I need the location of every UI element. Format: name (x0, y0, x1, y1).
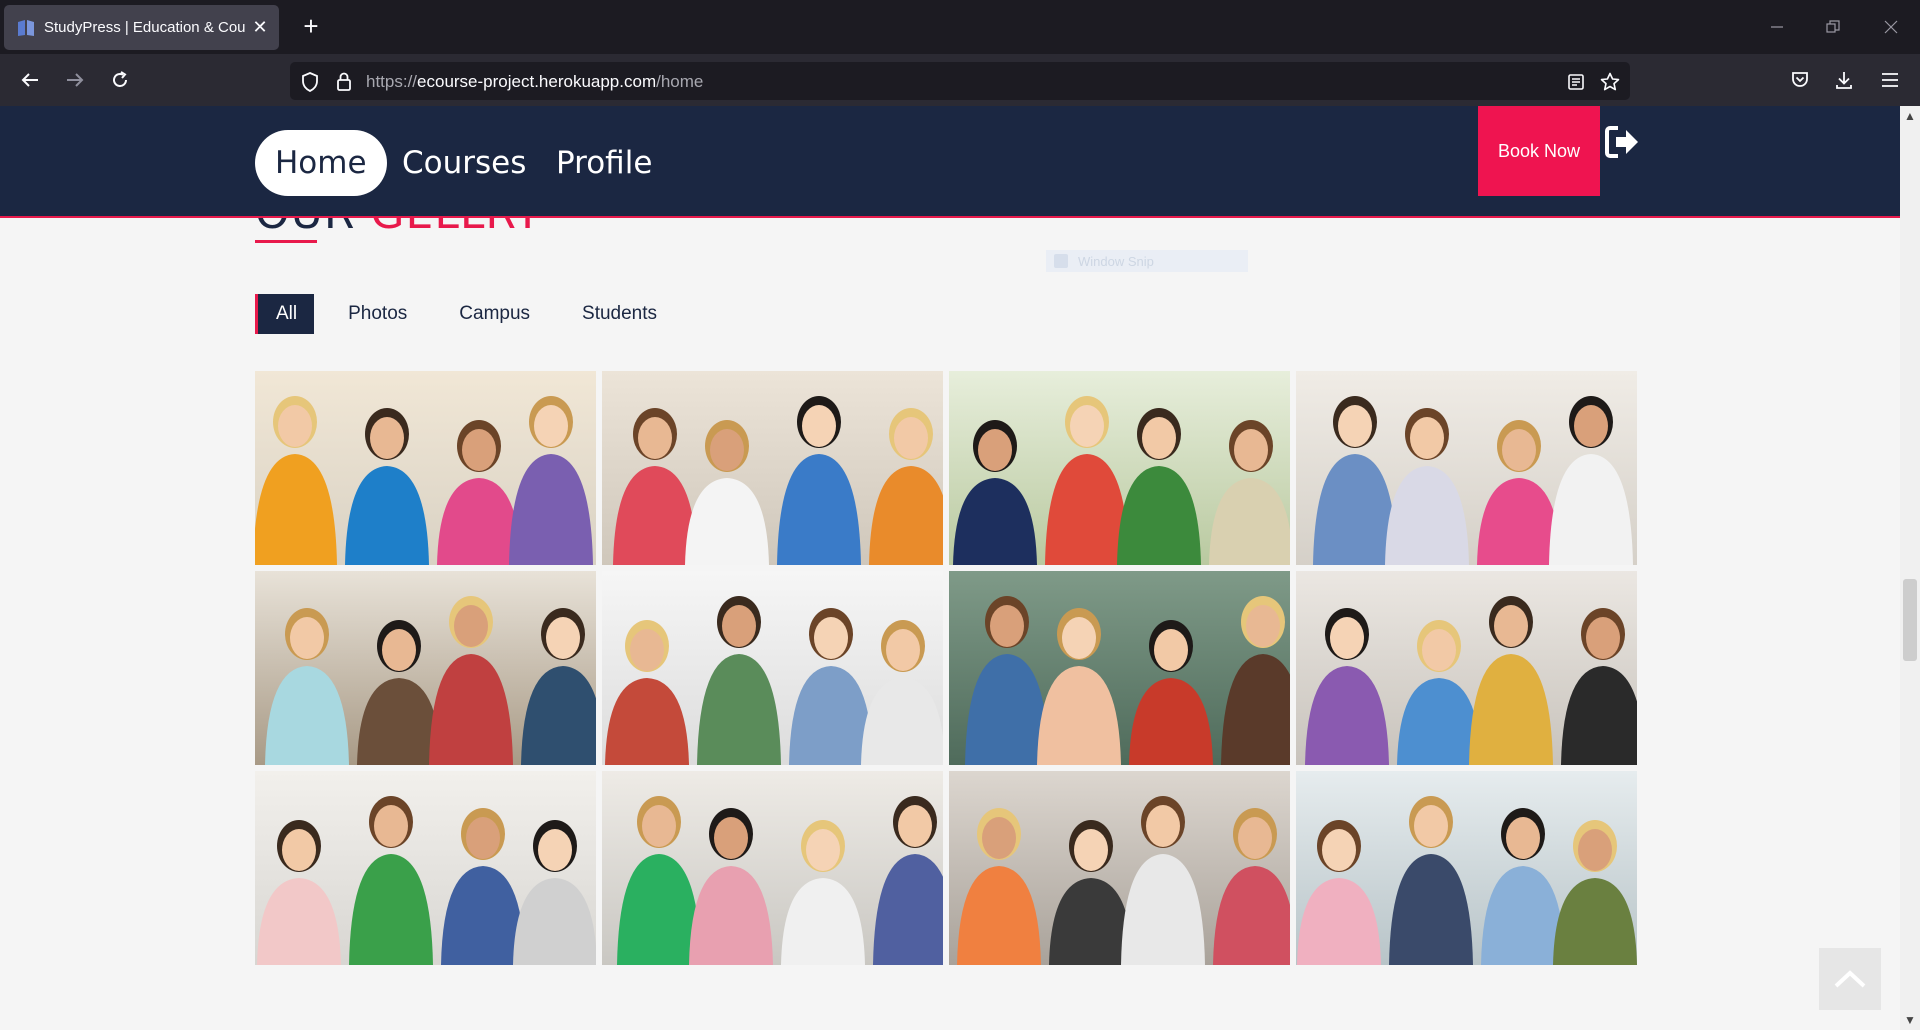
reload-icon[interactable] (104, 64, 136, 96)
gallery-photo-students-group-colorful-notebooks[interactable] (602, 371, 943, 565)
filter-students[interactable]: Students (564, 294, 675, 334)
gallery-photo-students-chalkboard-group[interactable] (949, 571, 1290, 765)
gallery-photo-students-library-tablet[interactable] (1296, 371, 1637, 565)
lock-icon[interactable] (332, 70, 356, 94)
book-favicon-icon (18, 19, 34, 36)
chevron-up-icon (1834, 970, 1866, 988)
gallery-photo-students-thumbs-up[interactable] (949, 371, 1290, 565)
browser-navbar: https://ecourse-project.herokuapp.com/ho… (0, 54, 1920, 106)
download-icon[interactable] (1828, 64, 1860, 96)
browser-titlebar: StudyPress | Education & Course ✕ + (0, 0, 1920, 54)
book-now-button[interactable]: Book Now (1478, 106, 1600, 196)
new-tab-icon[interactable]: + (296, 12, 326, 42)
gallery-photo-student-library-bookshelf[interactable] (255, 571, 596, 765)
bookmark-star-icon[interactable] (1598, 70, 1622, 94)
browser-tab[interactable]: StudyPress | Education & Course ✕ (4, 5, 279, 50)
app-menu-icon[interactable] (1874, 64, 1906, 96)
logout-icon[interactable] (1604, 124, 1640, 160)
scroll-to-top-button[interactable] (1819, 948, 1881, 1010)
url-text: https://ecourse-project.herokuapp.com/ho… (366, 72, 704, 91)
gallery-photo-students-walking-with-folders[interactable] (255, 371, 596, 565)
site-header: Home Courses Profile Book Now (0, 106, 1900, 218)
forward-icon[interactable] (59, 64, 91, 96)
gallery-filters: All Photos Campus Students (255, 294, 691, 334)
scroll-down-icon[interactable]: ▼ (1902, 1012, 1918, 1028)
tab-title: StudyPress | Education & Course (44, 19, 245, 36)
page-scrollbar[interactable]: ▲ ▼ (1900, 106, 1920, 1030)
back-icon[interactable] (14, 64, 46, 96)
gallery-grid (255, 371, 1637, 965)
gallery-photo-students-walking-bicycle[interactable] (1296, 771, 1637, 965)
tab-close-icon[interactable]: ✕ (251, 17, 269, 38)
scroll-up-icon[interactable]: ▲ (1902, 108, 1918, 124)
nav-home[interactable]: Home (255, 130, 387, 196)
gallery-photo-students-exam-writing[interactable] (602, 771, 943, 965)
nav-profile[interactable]: Profile (556, 130, 652, 196)
gallery-photo-students-classroom-hand-raised[interactable] (255, 771, 596, 965)
filter-all[interactable]: All (255, 294, 315, 334)
close-window-icon[interactable] (1876, 14, 1906, 40)
filter-photos[interactable]: Photos (330, 294, 425, 334)
shield-icon[interactable] (298, 70, 322, 94)
reader-view-icon[interactable] (1564, 70, 1588, 94)
minimize-icon[interactable] (1762, 14, 1792, 40)
restore-icon[interactable] (1818, 14, 1848, 40)
snip-icon (1054, 254, 1068, 268)
window-snip-overlay: Window Snip (1046, 250, 1248, 272)
title-underline (255, 240, 317, 243)
gallery-photo-students-high-five[interactable] (602, 571, 943, 765)
page-viewport: Home Courses Profile Book Now OUR GELLRY… (0, 106, 1900, 1030)
url-bar[interactable]: https://ecourse-project.herokuapp.com/ho… (290, 62, 1630, 100)
nav-courses[interactable]: Courses (402, 130, 526, 196)
scroll-thumb[interactable] (1903, 579, 1917, 661)
gallery-photo-students-laptop-cafe[interactable] (949, 771, 1290, 965)
filter-campus[interactable]: Campus (441, 294, 548, 334)
pocket-icon[interactable] (1784, 64, 1816, 96)
gallery-photo-students-sitting-outdoors[interactable] (1296, 571, 1637, 765)
